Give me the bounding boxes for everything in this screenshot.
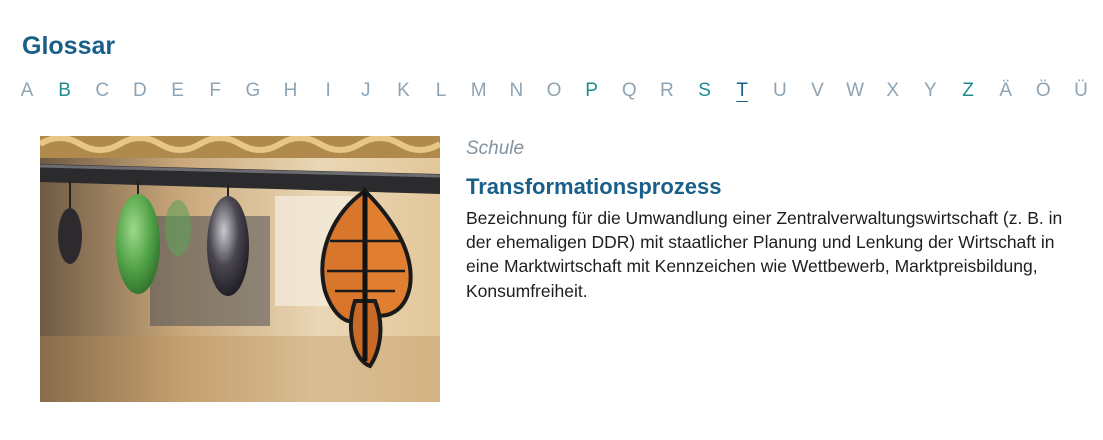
glossary-page: Glossar A BC D E F G H I J K L M N OPQ R STU V WX Y Z Ä Ö Ü Sc… bbox=[0, 0, 1103, 440]
letter-link-d: D bbox=[133, 80, 147, 101]
letter-link-u: U bbox=[772, 80, 787, 101]
entry-category: Schule bbox=[466, 138, 525, 159]
letter-link-i: I bbox=[325, 80, 331, 101]
letter-link-s[interactable]: S bbox=[696, 78, 714, 104]
letter-link-k: K bbox=[397, 80, 410, 101]
letter-link-x: X bbox=[886, 80, 900, 101]
entry-title: Transformationsprozess bbox=[466, 174, 722, 199]
letter-link-e: E bbox=[171, 80, 184, 101]
letter-link-q: Q bbox=[621, 80, 637, 101]
entry-description: Bezeichnung für die Umwandlung einer Zen… bbox=[466, 208, 1063, 301]
letter-link-n: N bbox=[509, 80, 524, 101]
entry-image bbox=[40, 136, 440, 402]
letter-link-a: A bbox=[20, 80, 34, 101]
letter-link-l: L bbox=[435, 80, 447, 101]
letter-link-z[interactable]: Z bbox=[959, 78, 977, 104]
letter-link-m: M bbox=[470, 80, 487, 101]
letter-link-r: R bbox=[660, 80, 674, 101]
letter-link-t[interactable]: T bbox=[733, 78, 751, 104]
letter-link-c: C bbox=[95, 80, 110, 101]
letter-link-ä: Ä bbox=[999, 80, 1012, 101]
alphabet-nav: A BC D E F G H I J K L M N OPQ R STU V WX Y Z Ä Ö Ü bbox=[18, 78, 1090, 104]
letter-link-h: H bbox=[283, 80, 298, 101]
letter-link-o: O bbox=[546, 80, 562, 101]
letter-link-ö: Ö bbox=[1035, 80, 1051, 101]
letter-link-p[interactable]: P bbox=[583, 78, 601, 104]
letter-link-j: J bbox=[361, 80, 371, 101]
page-title: Glossar bbox=[22, 32, 116, 60]
letter-link-b[interactable]: B bbox=[56, 78, 74, 104]
letter-link-w: W bbox=[846, 80, 865, 101]
butterfly-chrysalis-photo bbox=[40, 136, 440, 402]
letter-link-v: V bbox=[811, 80, 824, 101]
letter-link-f: F bbox=[209, 80, 221, 101]
letter-link-ü: Ü bbox=[1074, 80, 1088, 101]
letter-link-y: Y bbox=[924, 80, 937, 101]
letter-link-g: G bbox=[245, 80, 261, 101]
